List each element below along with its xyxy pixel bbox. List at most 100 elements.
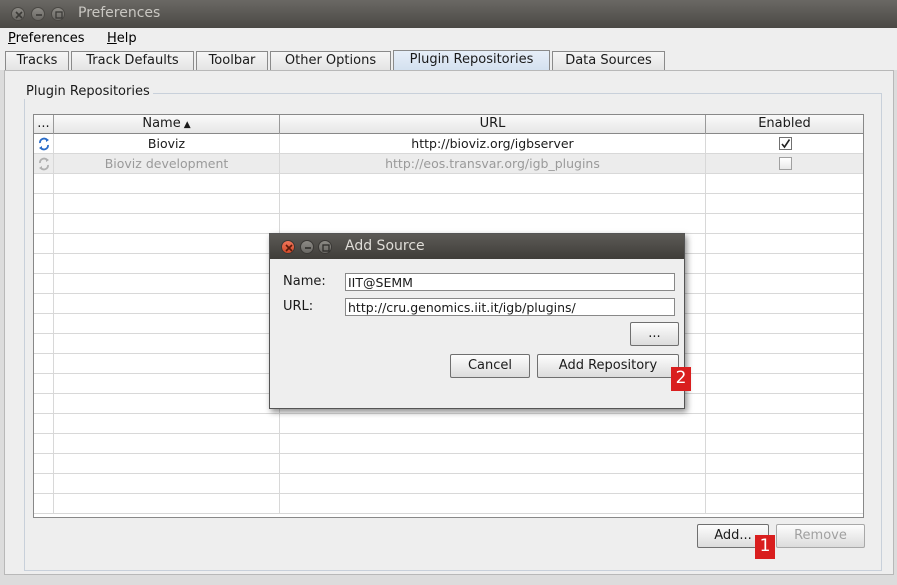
column-separator: [53, 394, 54, 414]
name-label: Name:: [283, 274, 326, 289]
row-name: Bioviz: [54, 134, 280, 154]
window-title: Preferences: [78, 5, 161, 21]
browse-button[interactable]: ...: [630, 322, 679, 346]
empty-table-row: [34, 194, 863, 214]
column-separator: [705, 174, 706, 194]
column-separator: [53, 194, 54, 214]
empty-table-row: [34, 454, 863, 474]
empty-table-row: [34, 214, 863, 234]
cancel-button[interactable]: Cancel: [450, 354, 530, 378]
table-row[interactable]: Bioviz development http://eos.transvar.o…: [34, 154, 863, 174]
column-separator: [53, 334, 54, 354]
tab-other-options[interactable]: Other Options: [270, 51, 391, 70]
column-separator: [705, 414, 706, 434]
column-separator: [705, 334, 706, 354]
sort-ascending-icon: ▲: [183, 120, 191, 130]
remove-button[interactable]: Remove: [776, 524, 865, 548]
checkmark-icon: [781, 139, 791, 149]
column-separator: [705, 234, 706, 254]
column-separator: [53, 274, 54, 294]
minimize-window-button[interactable]: [31, 7, 45, 21]
row-name: Bioviz development: [54, 154, 280, 174]
table-row[interactable]: Bioviz http://bioviz.org/igbserver: [34, 134, 863, 154]
tab-toolbar[interactable]: Toolbar: [196, 51, 268, 70]
column-separator: [53, 474, 54, 494]
column-separator: [705, 354, 706, 374]
maximize-window-button[interactable]: [51, 7, 65, 21]
enabled-checkbox[interactable]: [779, 137, 792, 150]
empty-table-row: [34, 474, 863, 494]
column-separator: [53, 434, 54, 454]
url-label: URL:: [283, 299, 314, 314]
minimize-icon: [305, 247, 311, 249]
column-separator: [53, 174, 54, 194]
group-title: Plugin Repositories: [23, 84, 153, 99]
enabled-checkbox[interactable]: [779, 157, 792, 170]
maximize-icon: [55, 11, 63, 19]
column-separator: [705, 214, 706, 234]
menu-help[interactable]: Help: [107, 31, 137, 46]
empty-table-row: [34, 174, 863, 194]
dialog-maximize-button[interactable]: [318, 240, 332, 254]
row-url: http://eos.transvar.org/igb_plugins: [280, 154, 706, 174]
dialog-minimize-button[interactable]: [300, 240, 314, 254]
column-header-name[interactable]: Name ▲: [54, 115, 280, 134]
empty-table-row: [34, 414, 863, 434]
column-separator: [53, 214, 54, 234]
table-header: ... Name ▲ URL Enabled: [34, 115, 863, 134]
menu-preferences[interactable]: Preferences: [8, 31, 84, 46]
close-icon: [15, 11, 23, 19]
column-separator: [279, 474, 280, 494]
column-separator: [53, 234, 54, 254]
column-separator: [705, 294, 706, 314]
column-header-refresh[interactable]: ...: [34, 115, 54, 134]
column-separator: [53, 374, 54, 394]
dialog-titlebar: Add Source: [270, 234, 684, 259]
column-separator: [53, 454, 54, 474]
column-separator: [53, 314, 54, 334]
column-separator: [705, 194, 706, 214]
tab-track-defaults[interactable]: Track Defaults: [71, 51, 194, 70]
menubar: Preferences Help: [0, 28, 897, 50]
refresh-icon[interactable]: [38, 157, 50, 171]
column-separator: [53, 414, 54, 434]
tab-data-sources[interactable]: Data Sources: [552, 51, 665, 70]
column-separator: [705, 274, 706, 294]
column-separator: [53, 494, 54, 514]
step-badge: 2: [671, 367, 691, 391]
column-separator: [279, 414, 280, 434]
window-titlebar: Preferences: [0, 0, 897, 28]
column-separator: [279, 434, 280, 454]
column-separator: [705, 434, 706, 454]
row-url: http://bioviz.org/igbserver: [280, 134, 706, 154]
add-repository-button[interactable]: Add Repository: [537, 354, 679, 378]
dialog-title: Add Source: [345, 238, 425, 254]
column-header-enabled[interactable]: Enabled: [706, 115, 863, 134]
refresh-icon[interactable]: [38, 137, 50, 151]
tab-plugin-repositories[interactable]: Plugin Repositories: [393, 50, 550, 71]
column-separator: [705, 454, 706, 474]
tab-tracks[interactable]: Tracks: [5, 51, 69, 70]
tab-strip: Tracks Track Defaults Toolbar Other Opti…: [0, 50, 897, 71]
close-window-button[interactable]: [11, 7, 25, 21]
column-separator: [279, 454, 280, 474]
column-separator: [53, 294, 54, 314]
dialog-close-button[interactable]: [281, 240, 295, 254]
name-input[interactable]: [345, 273, 675, 291]
column-separator: [705, 374, 706, 394]
column-separator: [705, 494, 706, 514]
add-source-dialog: Add Source Name: URL: ... Cancel Add Rep…: [269, 233, 691, 409]
column-separator: [705, 254, 706, 274]
step-badge: 1: [755, 535, 775, 559]
close-icon: [285, 244, 293, 252]
column-separator: [705, 474, 706, 494]
column-separator: [705, 394, 706, 414]
column-header-url[interactable]: URL: [280, 115, 706, 134]
column-separator: [279, 494, 280, 514]
column-separator: [279, 194, 280, 214]
column-separator: [53, 354, 54, 374]
maximize-icon: [322, 244, 330, 252]
column-separator: [279, 174, 280, 194]
url-input[interactable]: [345, 298, 675, 316]
minimize-icon: [36, 14, 42, 16]
